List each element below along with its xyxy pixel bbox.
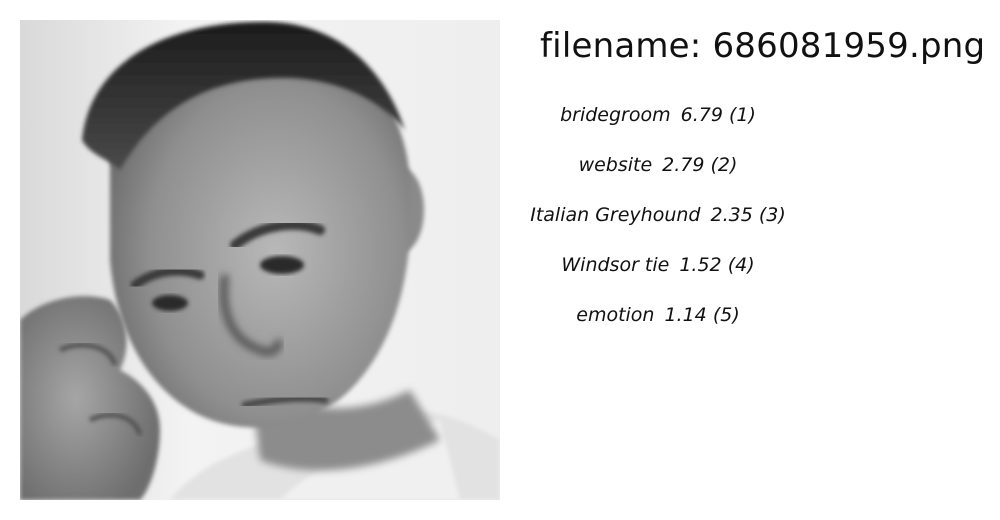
prediction-score: 2.79 (2) (662, 154, 738, 176)
prediction-score: 1.52 (4) (679, 254, 755, 276)
prediction-label: website (578, 154, 653, 176)
prediction-item: Italian Greyhound 2.35 (3) (530, 200, 786, 250)
prediction-item: emotion 1.14 (5) (540, 300, 776, 350)
prediction-score: 1.14 (5) (664, 304, 740, 326)
prediction-list: bridegroom 6.79 (1) website 2.79 (2) Ita… (530, 100, 786, 350)
prediction-score: 2.35 (3) (710, 204, 786, 226)
prediction-item: Windsor tie 1.52 (4) (540, 250, 776, 300)
prediction-label: emotion (576, 304, 655, 326)
portrait-photo (20, 20, 500, 500)
prediction-label: Windsor tie (561, 254, 670, 276)
prediction-item: bridegroom 6.79 (1) (540, 100, 776, 150)
prediction-label: bridegroom (560, 104, 671, 126)
portrait-photo-drawing (20, 20, 500, 500)
filename-title: filename: 686081959.png (540, 26, 986, 66)
prediction-score: 6.79 (1) (680, 104, 756, 126)
prediction-label: Italian Greyhound (530, 204, 701, 226)
prediction-item: website 2.79 (2) (540, 150, 776, 200)
